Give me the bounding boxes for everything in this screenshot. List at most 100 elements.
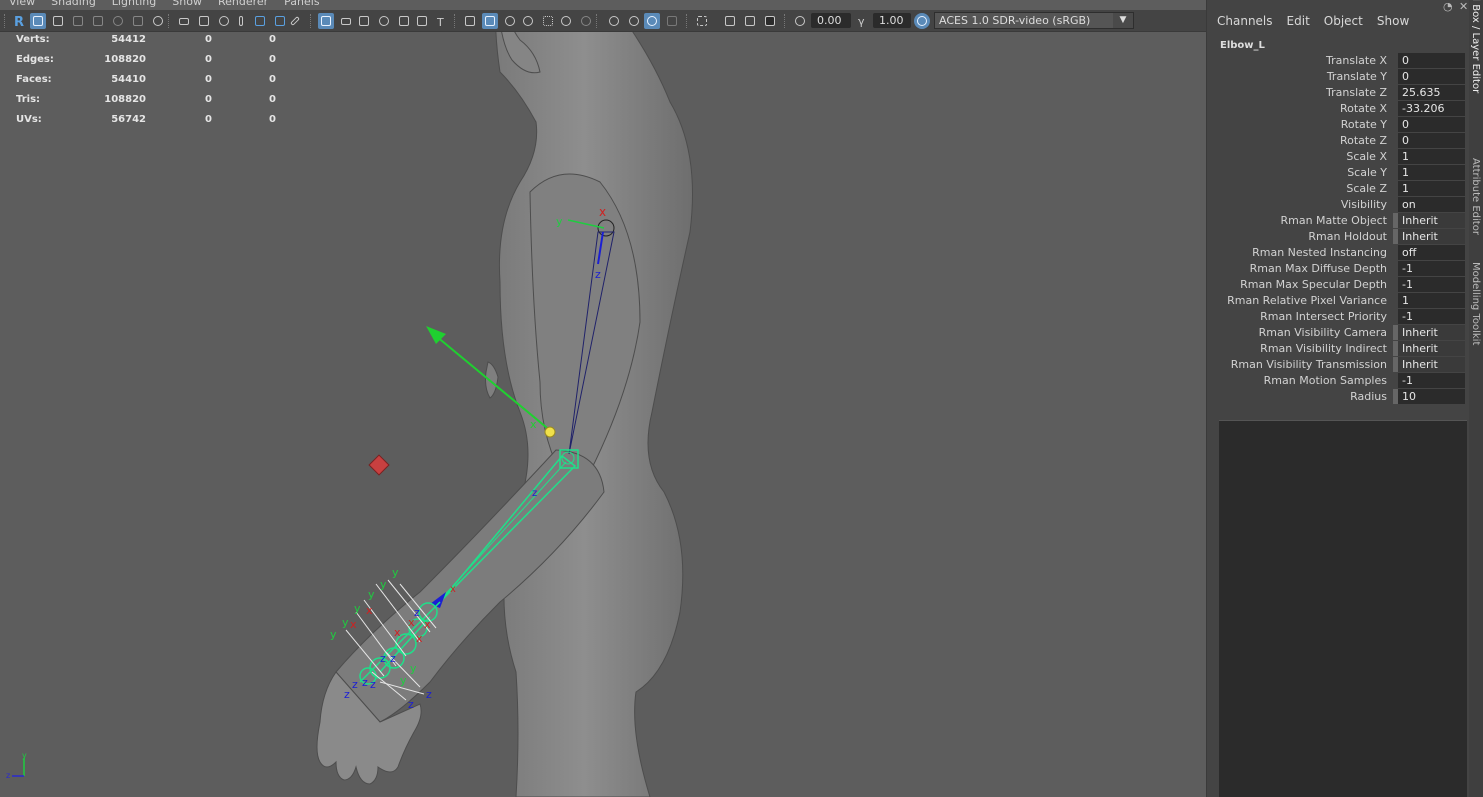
resolution-gate-icon[interactable] [196,13,212,29]
menu-view[interactable]: View [0,0,42,9]
attr-label[interactable]: Scale Z [1346,182,1387,195]
attr-label[interactable]: Rman Holdout [1308,230,1387,243]
attr-value[interactable]: Inherit [1398,341,1465,356]
isolate-select-icon[interactable] [694,13,710,29]
attr-label[interactable]: Translate X [1326,54,1387,67]
camera-attributes-icon[interactable] [50,13,66,29]
safe-title-toggle-icon[interactable]: T [434,13,450,29]
attr-value[interactable]: 1 [1398,149,1465,164]
attr-row[interactable]: Rman Intersect Priority -1 [1207,308,1469,324]
attr-value[interactable]: Inherit [1398,357,1465,372]
attr-label[interactable]: Radius [1350,390,1387,403]
attr-label[interactable]: Visibility [1341,198,1387,211]
attr-label[interactable]: Rman Visibility Camera [1259,326,1387,339]
attr-label[interactable]: Rotate X [1340,102,1387,115]
depth-of-field-icon[interactable] [664,13,680,29]
attr-value[interactable]: -1 [1398,277,1465,292]
checker-icon[interactable] [540,13,556,29]
attr-row[interactable]: Rman Relative Pixel Variance 1 [1207,292,1469,308]
attr-row[interactable]: Scale Y 1 [1207,164,1469,180]
grease-pencil-icon[interactable] [130,13,146,29]
menu-show[interactable]: Show [163,0,209,9]
attr-value[interactable]: off [1398,245,1465,260]
attr-label[interactable]: Rman Intersect Priority [1260,310,1387,323]
attr-value[interactable]: -1 [1398,309,1465,324]
scene-canvas[interactable]: x y z x z x y y y y y y y y x x x x x x … [0,32,1206,797]
tab-attribute-editor[interactable]: Attribute Editor [1470,158,1481,235]
renderman-icon[interactable]: R [11,13,27,30]
screen-space-ao-icon[interactable] [606,13,622,29]
gamma-field[interactable]: 1.00 [873,13,911,28]
attr-row[interactable]: Rotate Z 0 [1207,132,1469,148]
two-d-pan-icon[interactable] [110,13,126,29]
viewport-panel[interactable]: View Shading Lighting Show Renderer Pane… [0,0,1206,797]
film-gate-toggle-icon[interactable] [338,13,354,29]
attr-row[interactable]: Rman Max Specular Depth -1 [1207,276,1469,292]
attr-value[interactable]: 1 [1398,165,1465,180]
attr-label[interactable]: Rman Visibility Transmission [1231,358,1387,371]
anti-aliasing-icon[interactable] [644,13,660,29]
exposure-field[interactable]: 0.00 [811,13,851,28]
attr-label[interactable]: Rman Matte Object [1280,214,1387,227]
attr-row[interactable]: Rotate X -33.206 [1207,100,1469,116]
bookmark-icon[interactable] [70,13,86,29]
wireframe-on-shaded-icon[interactable] [502,13,518,29]
lights-icon[interactable] [558,13,574,29]
attr-row[interactable]: Rman Visibility Transmission Inherit [1207,356,1469,372]
textured-icon[interactable] [520,13,536,29]
pole-vector-locator[interactable] [368,454,390,476]
gate-mask-icon[interactable] [216,13,232,29]
attr-value[interactable]: Inherit [1398,229,1465,244]
attr-row[interactable]: Rman Matte Object Inherit [1207,212,1469,228]
attr-value[interactable]: 10 [1398,389,1465,404]
attr-value[interactable]: 0 [1398,69,1465,84]
layer-editor-area[interactable] [1219,420,1467,797]
smooth-shade-icon[interactable] [482,13,498,29]
menu-object[interactable]: Object [1324,14,1363,28]
attr-label[interactable]: Rotate Z [1340,134,1387,147]
attr-row[interactable]: Translate Z 25.635 [1207,84,1469,100]
gate-mask-toggle-icon[interactable] [376,13,392,29]
attr-row[interactable]: Rman Visibility Indirect Inherit [1207,340,1469,356]
attr-value[interactable]: Inherit [1398,213,1465,228]
attr-value[interactable]: on [1398,197,1465,212]
manipulator-center-handle[interactable] [544,426,556,438]
safe-action-toggle-icon[interactable] [414,13,430,29]
attr-row[interactable]: Rman Motion Samples -1 [1207,372,1469,388]
wireframe-icon[interactable] [462,13,478,29]
attr-row[interactable]: Rman Max Diffuse Depth -1 [1207,260,1469,276]
menu-panels[interactable]: Panels [275,0,326,9]
attr-row[interactable]: Scale X 1 [1207,148,1469,164]
close-icon[interactable]: ✕ [1459,0,1468,13]
attr-label[interactable]: Rotate Y [1341,118,1387,131]
paint-icon[interactable] [290,13,306,29]
attr-label[interactable]: Scale Y [1347,166,1387,179]
attr-row[interactable]: Translate Y 0 [1207,68,1469,84]
attr-row[interactable]: Visibility on [1207,196,1469,212]
attr-label[interactable]: Rman Motion Samples [1264,374,1387,387]
tab-modelling-toolkit[interactable]: Modelling Toolkit [1470,262,1481,345]
motion-blur-icon[interactable] [626,13,642,29]
attr-label[interactable]: Scale X [1346,150,1387,163]
chevron-down-icon[interactable]: ▼ [1113,13,1133,28]
attr-value[interactable]: -33.206 [1398,101,1465,116]
attr-value[interactable]: 0 [1398,53,1465,68]
tab-channel-box-layer-editor[interactable]: Channel Box / Layer Editor [1470,0,1481,93]
menu-show[interactable]: Show [1377,14,1409,28]
attr-label[interactable]: Rman Max Diffuse Depth [1250,262,1387,275]
menu-lighting[interactable]: Lighting [103,0,163,9]
xray-active-icon[interactable] [762,13,778,29]
attr-label[interactable]: Translate Y [1327,70,1387,83]
color-management-icon[interactable] [914,13,930,29]
menu-channels[interactable]: Channels [1217,14,1273,28]
field-chart-icon[interactable] [236,13,252,29]
menu-renderer[interactable]: Renderer [209,0,275,9]
image-plane-icon[interactable] [90,13,106,29]
xray-icon[interactable] [722,13,738,29]
attr-value[interactable]: 1 [1398,293,1465,308]
exposure-icon[interactable] [792,13,808,29]
view-transform-select[interactable]: ACES 1.0 SDR-video (sRGB) ▼ [934,12,1134,29]
menu-shading[interactable]: Shading [42,0,103,9]
attr-row[interactable]: Translate X 0 [1207,52,1469,68]
attr-row[interactable]: Rotate Y 0 [1207,116,1469,132]
